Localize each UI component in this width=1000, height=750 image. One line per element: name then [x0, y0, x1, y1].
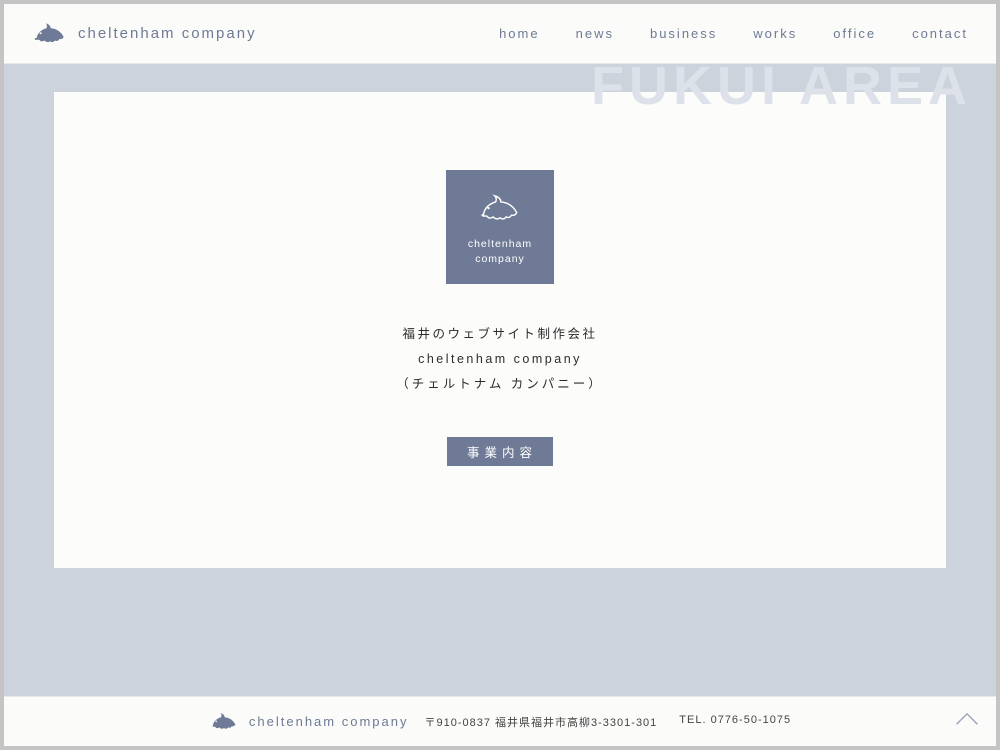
footer-address: 〒910-0837 福井県福井市高柳3-3301-301 [424, 714, 657, 730]
footer-info: 〒910-0837 福井県福井市高柳3-3301-301 TEL. 0776-5… [424, 714, 791, 730]
business-button[interactable]: 事業内容 [447, 437, 553, 466]
footer-brand-text: cheltenham company [249, 714, 409, 729]
scroll-top-button[interactable] [952, 706, 982, 736]
desc-line-2: cheltenham company [396, 347, 604, 372]
hedgehog-icon [478, 192, 522, 231]
desc-line-3: （チェルトナム カンパニー） [396, 372, 604, 397]
badge-text: cheltenham company [468, 237, 532, 265]
intro-description: 福井のウェブサイト制作会社 cheltenham company （チェルトナム… [396, 322, 604, 397]
nav-office[interactable]: office [833, 26, 876, 41]
nav-home[interactable]: home [499, 26, 540, 41]
hedgehog-icon [209, 711, 239, 733]
brand-text: cheltenham company [78, 25, 257, 42]
nav-news[interactable]: news [576, 26, 614, 41]
logo-badge: cheltenham company [446, 170, 554, 284]
nav-contact[interactable]: contact [912, 26, 968, 41]
nav-business[interactable]: business [650, 26, 717, 41]
desc-line-1: 福井のウェブサイト制作会社 [396, 322, 604, 347]
hedgehog-icon [32, 20, 68, 48]
chevron-up-icon [954, 711, 980, 732]
header: cheltenham company home news business wo… [4, 4, 996, 64]
footer-logo[interactable]: cheltenham company [209, 711, 409, 733]
main-nav: home news business works office contact [499, 26, 968, 41]
header-logo[interactable]: cheltenham company [32, 20, 257, 48]
intro-card: cheltenham company 福井のウェブサイト制作会社 chelten… [54, 92, 946, 568]
nav-works[interactable]: works [753, 26, 797, 41]
footer-tel: TEL. 0776-50-1075 [679, 714, 791, 730]
footer: cheltenham company 〒910-0837 福井県福井市高柳3-3… [4, 696, 996, 746]
